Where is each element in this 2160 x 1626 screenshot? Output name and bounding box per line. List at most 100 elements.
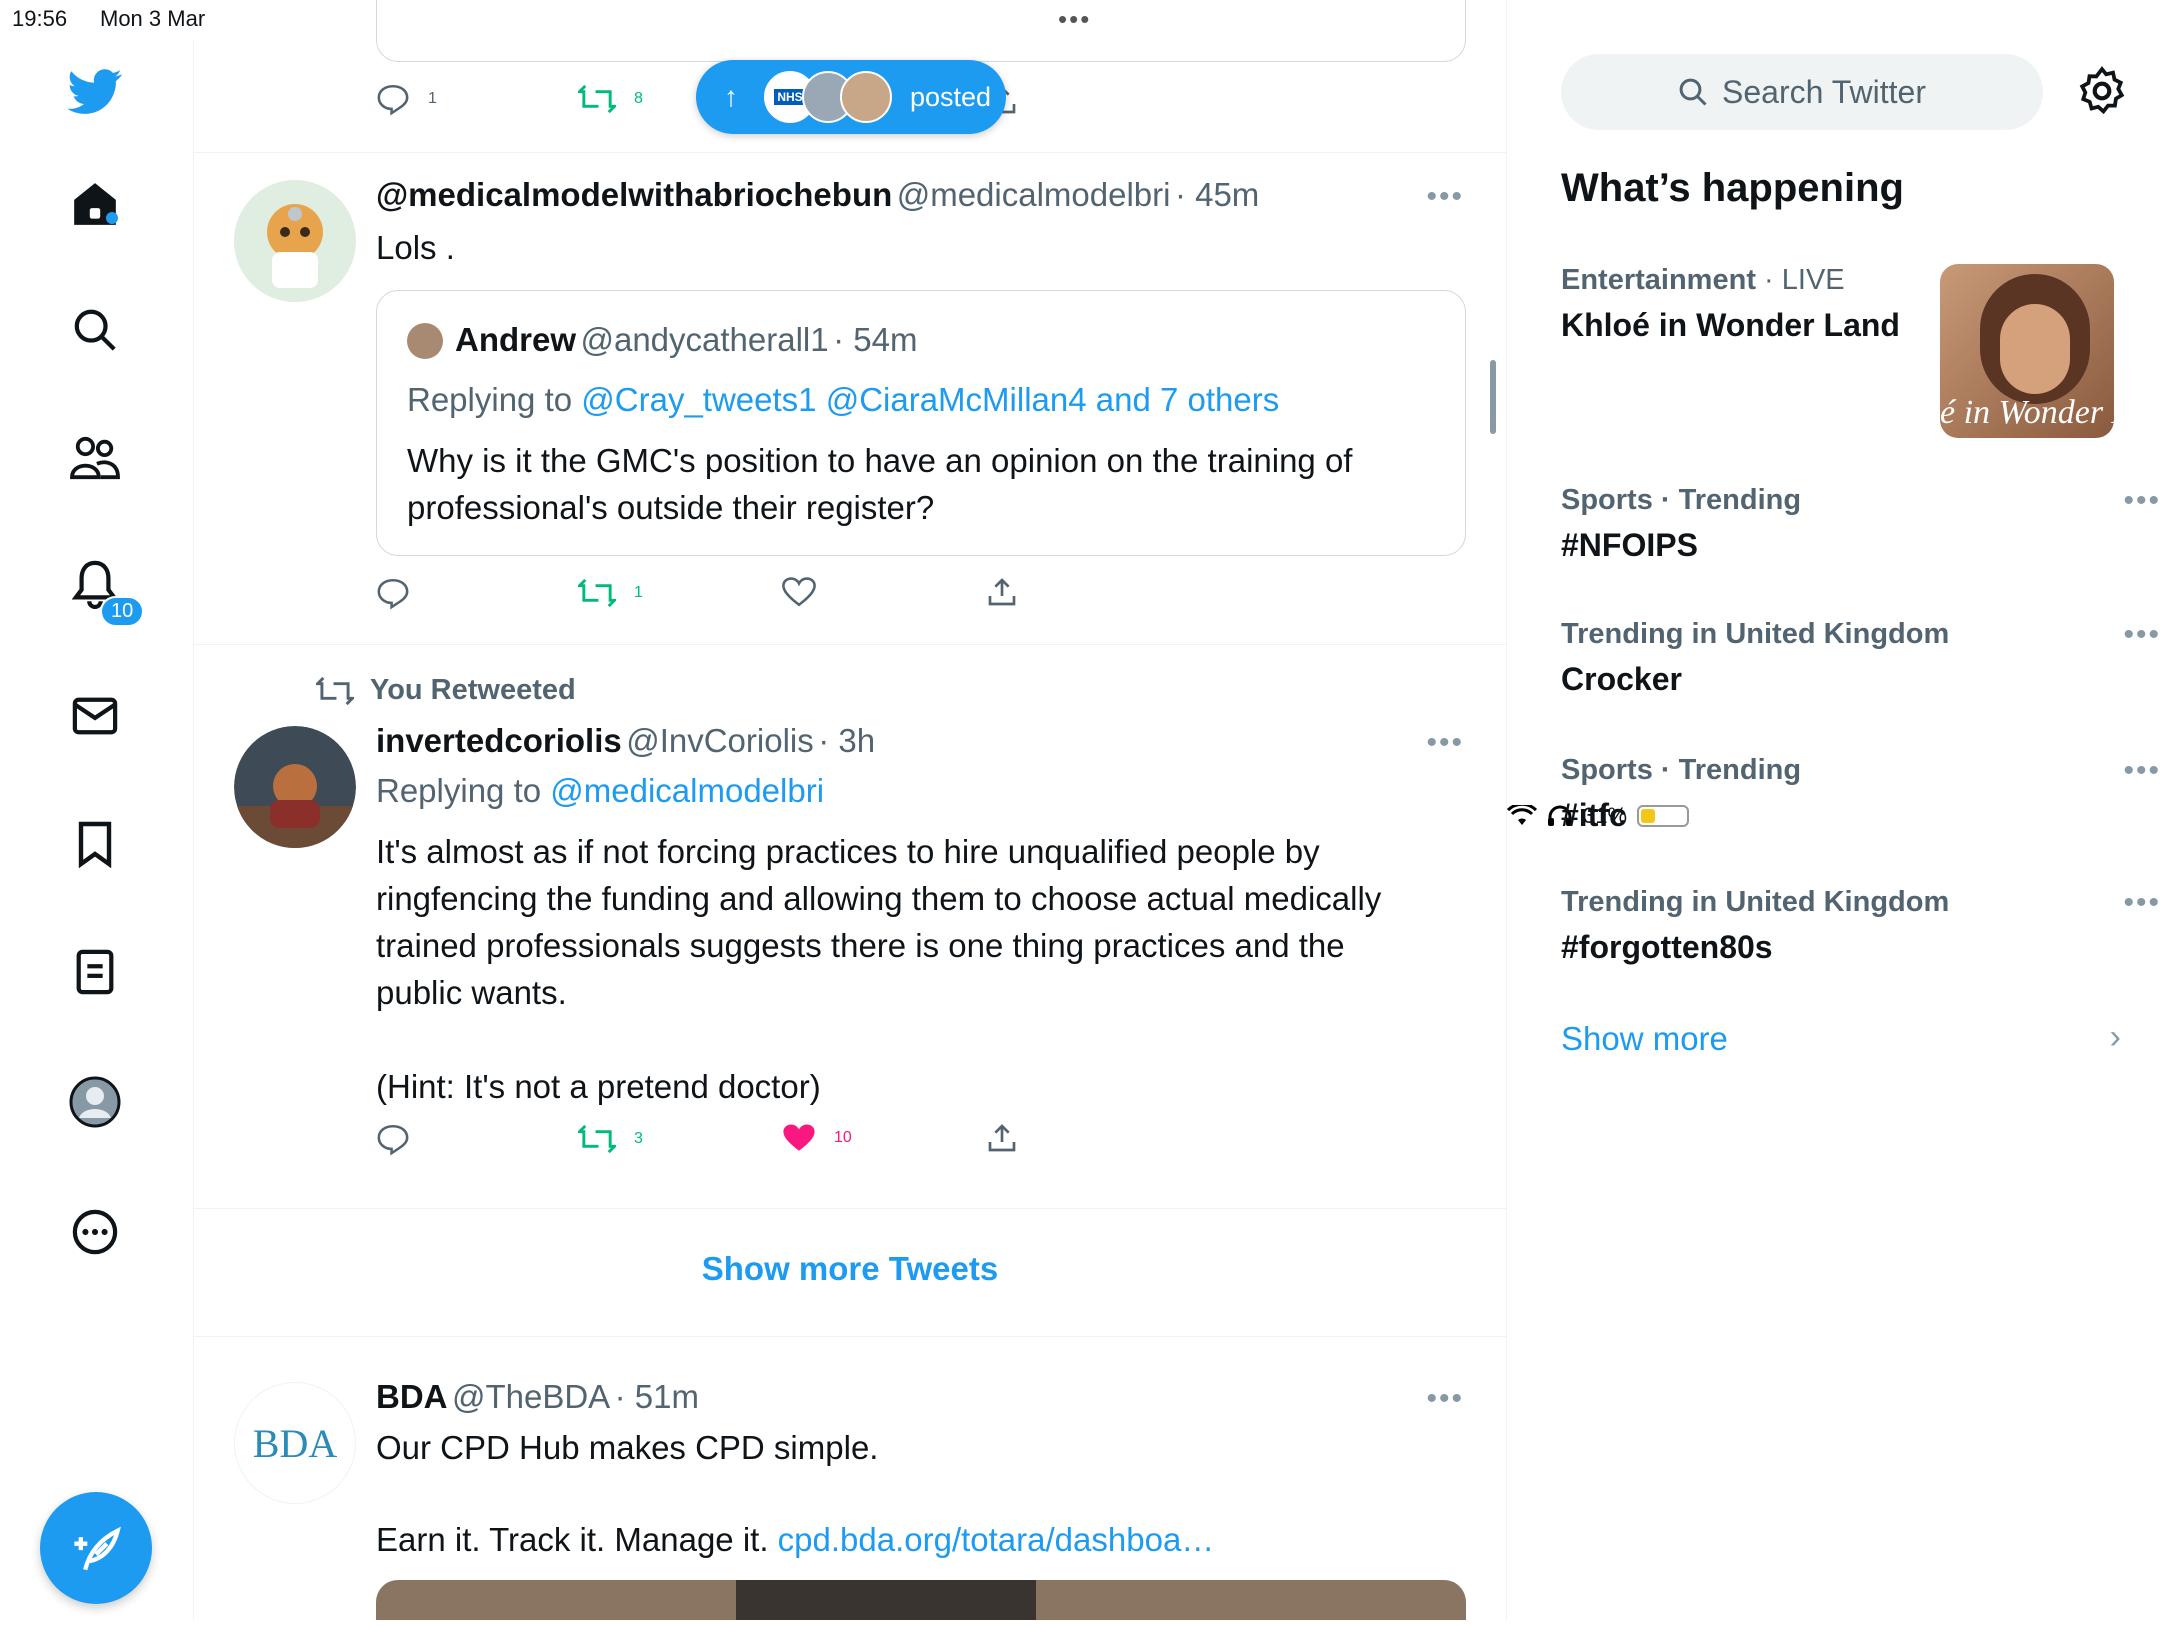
- quote-replying-to: Replying to @Cray_tweets1 @CiaraMcMillan…: [407, 381, 1279, 419]
- bookmark-icon[interactable]: [67, 816, 123, 872]
- share-action[interactable]: [986, 1122, 1018, 1154]
- trend-title: Crocker: [1561, 661, 1682, 697]
- compose-feather-icon: [74, 1526, 121, 1571]
- trend-more-icon[interactable]: •••: [2123, 484, 2160, 518]
- retweet-icon: [578, 84, 616, 114]
- avatar[interactable]: [234, 726, 356, 848]
- trend-image[interactable]: é in Wonder L: [1940, 264, 2114, 438]
- retweet-context-label: You Retweeted: [370, 674, 576, 706]
- home-icon[interactable]: [67, 176, 123, 232]
- trend-more-icon[interactable]: •••: [2123, 754, 2160, 788]
- trend-item[interactable]: Trending in United Kingdom #forgotten80s…: [1561, 886, 2160, 966]
- whats-happening-heading: What’s happening: [1561, 166, 1904, 210]
- reply-action[interactable]: 1: [376, 82, 437, 116]
- quote-header: Andrew @andycatherall1 · 54m: [455, 321, 917, 359]
- trend-item[interactable]: Trending in United Kingdom Crocker •••: [1561, 618, 2160, 698]
- twitter-bird-icon[interactable]: [67, 64, 123, 120]
- timestamp[interactable]: · 3h: [818, 722, 875, 759]
- messages-mail-icon[interactable]: [67, 688, 123, 744]
- retweet-action[interactable]: 1: [578, 576, 643, 610]
- avatar[interactable]: BDA: [234, 1382, 356, 1504]
- tweet-text-prefix: Earn it. Track it. Manage it.: [376, 1521, 778, 1558]
- show-more-trends-link[interactable]: Show more ›: [1561, 1018, 2121, 1058]
- retweet-action[interactable]: 8: [578, 82, 643, 116]
- explore-search-icon[interactable]: [67, 302, 123, 358]
- trend-more-icon[interactable]: •••: [2123, 618, 2160, 652]
- search-placeholder: Search Twitter: [1722, 73, 1926, 110]
- heart-filled-icon: [783, 1124, 815, 1151]
- partial-quote-card[interactable]: [376, 0, 1466, 62]
- more-options-icon[interactable]: [67, 1204, 123, 1260]
- settings-gear-icon[interactable]: [2077, 66, 2127, 116]
- search-icon: [1679, 78, 1707, 106]
- timestamp[interactable]: · 45m: [1175, 176, 1259, 213]
- display-name[interactable]: @medicalmodelwithabriochebun: [376, 176, 892, 213]
- handle[interactable]: @InvCoriolis: [626, 722, 814, 759]
- display-name[interactable]: BDA: [376, 1378, 448, 1415]
- reply-action[interactable]: [376, 576, 410, 610]
- trend-title: #forgotten80s: [1561, 929, 1773, 965]
- trend-category: Trending in United Kingdom: [1561, 618, 1950, 650]
- tweet-link[interactable]: cpd.bda.org/totara/dashboa…: [778, 1521, 1215, 1558]
- quote-avatar: [407, 323, 443, 359]
- reply-icon: [377, 1124, 409, 1156]
- divider: [194, 1336, 1506, 1337]
- trend-item[interactable]: Sports · Trending #itfc •••: [1561, 754, 2160, 834]
- handle[interactable]: @medicalmodelbri: [897, 176, 1171, 213]
- show-more-tweets-link[interactable]: Show more Tweets: [194, 1250, 1506, 1288]
- tweet-text-line2: Earn it. Track it. Manage it. cpd.bda.or…: [376, 1516, 1214, 1563]
- quote-text: Why is it the GMC's position to have an …: [407, 442, 1353, 526]
- quote-handle: @andycatherall1: [580, 321, 829, 358]
- heart-outline-icon: [782, 577, 816, 607]
- timestamp[interactable]: · 51m: [615, 1378, 699, 1415]
- new-posts-pill[interactable]: ↑ NHS posted: [696, 60, 1006, 134]
- scrollbar-thumb[interactable]: [1490, 360, 1496, 434]
- replying-to-link[interactable]: @Cray_tweets1 @CiaraMcMillan4 and 7 othe…: [581, 381, 1279, 418]
- trend-category: Trending in United Kingdom: [1561, 886, 1950, 918]
- reply-action[interactable]: [376, 1122, 410, 1156]
- replying-to: Replying to @medicalmodelbri: [376, 772, 824, 810]
- trend-category: Sports · Trending: [1561, 754, 1802, 786]
- bda-logo: BDA: [252, 1420, 338, 1466]
- quote-tweet-card[interactable]: Andrew @andycatherall1 · 54m Replying to…: [376, 290, 1466, 556]
- side-nav: 10: [0, 40, 194, 1620]
- handle[interactable]: @TheBDA: [452, 1378, 610, 1415]
- lists-icon[interactable]: [67, 944, 123, 1000]
- tweet-more-icon[interactable]: •••: [1426, 180, 1464, 214]
- tweet-more-icon[interactable]: •••: [1426, 726, 1464, 760]
- share-action[interactable]: [986, 576, 1018, 608]
- like-action[interactable]: [782, 576, 816, 608]
- display-name[interactable]: invertedcoriolis: [376, 722, 622, 759]
- retweet-context: You Retweeted: [316, 674, 576, 707]
- notifications-badge: 10: [100, 596, 145, 627]
- like-count: 10: [834, 1129, 852, 1146]
- divider: [194, 1208, 1506, 1209]
- compose-tweet-button[interactable]: [40, 1492, 152, 1604]
- replying-to-link[interactable]: @medicalmodelbri: [550, 772, 824, 809]
- communities-icon[interactable]: [67, 430, 123, 486]
- replying-prefix: Replying to: [376, 772, 551, 809]
- tweet-text: It's almost as if not forcing practices …: [376, 833, 1382, 1105]
- right-sidebar: Search Twitter What’s happening Entertai…: [1507, 0, 2160, 1620]
- avatar[interactable]: [234, 180, 356, 302]
- tweet-text-line1: Our CPD Hub makes CPD simple.: [376, 1429, 879, 1466]
- like-action[interactable]: 10: [782, 1122, 852, 1154]
- retweet-action[interactable]: 3: [578, 1122, 643, 1156]
- trend-live: · LIVE: [1755, 264, 1845, 296]
- retweet-count: 8: [634, 90, 643, 107]
- retweet-small-icon: [316, 676, 354, 705]
- retweet-count: 1: [634, 584, 643, 601]
- tweet-text: Lols .: [376, 229, 455, 266]
- posted-label: posted: [910, 81, 992, 112]
- trend-more-icon[interactable]: •••: [2123, 886, 2160, 920]
- quote-timestamp: · 54m: [833, 321, 918, 358]
- profile-avatar-icon[interactable]: [67, 1074, 123, 1130]
- reply-icon: [377, 578, 409, 610]
- replying-prefix: Replying to: [407, 381, 582, 418]
- tweet-media-image[interactable]: [376, 1580, 1466, 1620]
- tweet-more-icon[interactable]: •••: [1426, 1382, 1464, 1416]
- trend-item[interactable]: Sports · Trending #NFOIPS •••: [1561, 484, 2160, 564]
- search-input[interactable]: Search Twitter: [1561, 54, 2043, 130]
- trend-title: #NFOIPS: [1561, 527, 1698, 563]
- show-more-label: Show more: [1561, 1020, 1728, 1057]
